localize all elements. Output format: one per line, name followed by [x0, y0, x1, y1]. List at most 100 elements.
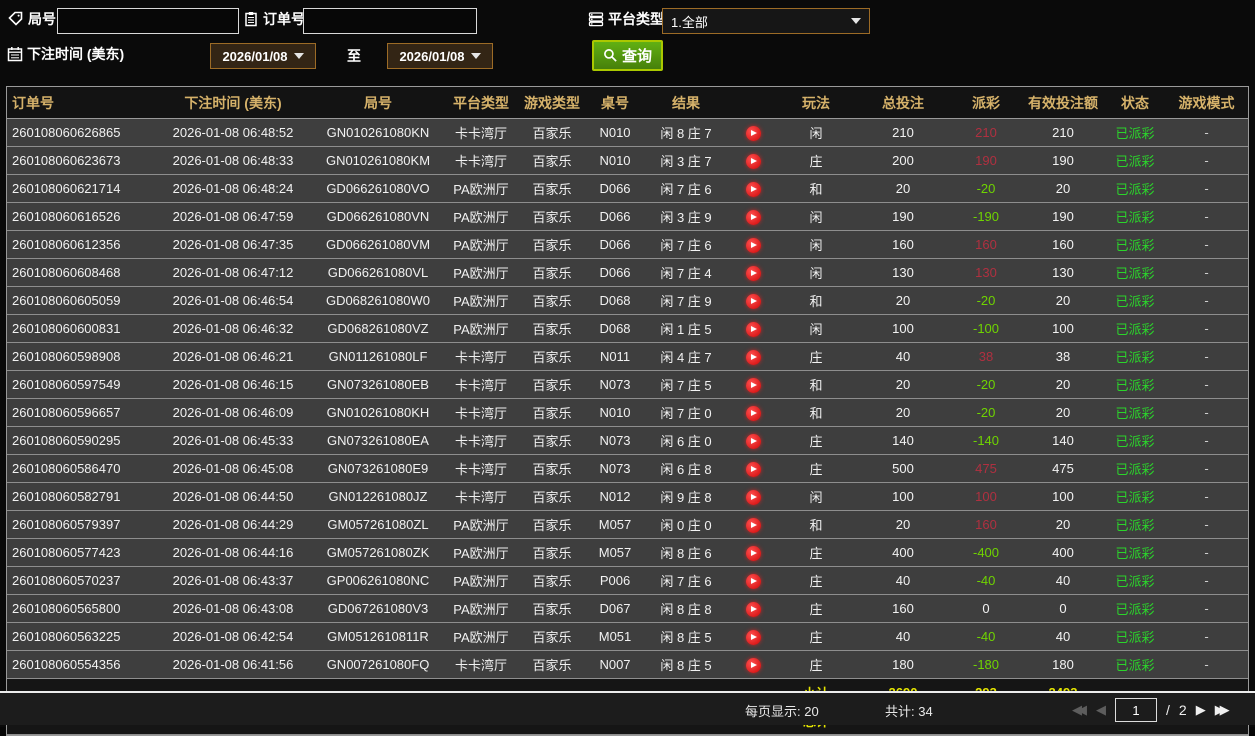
- cell-game-type: 百家乐: [517, 315, 587, 343]
- play-icon[interactable]: [746, 518, 761, 533]
- cell-total-bet: 400: [855, 539, 951, 567]
- cell-result: 闲 8 庄 6: [643, 539, 729, 567]
- cell-bet-time: 2026-01-08 06:44:29: [155, 511, 311, 539]
- cell-round-id: GP006261080NC: [311, 567, 445, 595]
- cell-play-type: 庄: [777, 147, 855, 175]
- cell-game-mode: -: [1165, 147, 1248, 175]
- play-icon[interactable]: [746, 602, 761, 617]
- cell-table-no: N010: [587, 399, 643, 427]
- cell-platform: 卡卡湾厅: [445, 147, 517, 175]
- cell-round-id: GN010261080KN: [311, 119, 445, 147]
- table-row: 260108060608468 2026-01-08 06:47:12 GD06…: [7, 259, 1248, 287]
- cell-play-type: 闲: [777, 203, 855, 231]
- cell-payout: -180: [951, 651, 1021, 679]
- cell-game-type: 百家乐: [517, 511, 587, 539]
- cell-payout: -20: [951, 287, 1021, 315]
- play-icon[interactable]: [746, 406, 761, 421]
- cell-round-id: GD066261080VL: [311, 259, 445, 287]
- cell-platform: PA欧洲厅: [445, 287, 517, 315]
- cell-play-type: 庄: [777, 539, 855, 567]
- cell-table-no: M057: [587, 539, 643, 567]
- cell-round-id: GM0512610811R: [311, 623, 445, 651]
- cell-platform: 卡卡湾厅: [445, 343, 517, 371]
- cell-table-no: N073: [587, 427, 643, 455]
- col-header-round-id: 局号: [311, 87, 445, 119]
- order-input[interactable]: [303, 8, 477, 34]
- cell-status: 已派彩: [1105, 623, 1165, 651]
- col-header-replay: [729, 87, 777, 119]
- cell-valid-bet: 40: [1021, 567, 1105, 595]
- page-separator: /: [1166, 702, 1170, 718]
- play-icon[interactable]: [746, 154, 761, 169]
- cell-bet-time: 2026-01-08 06:48:52: [155, 119, 311, 147]
- play-icon[interactable]: [746, 658, 761, 673]
- cell-platform: PA欧洲厅: [445, 567, 517, 595]
- cell-status: 已派彩: [1105, 511, 1165, 539]
- cell-result: 闲 3 庄 9: [643, 203, 729, 231]
- first-page-icon[interactable]: ◀◀: [1072, 699, 1087, 721]
- page-number-input[interactable]: [1115, 698, 1157, 722]
- cell-platform: 卡卡湾厅: [445, 483, 517, 511]
- play-icon[interactable]: [746, 238, 761, 253]
- play-icon[interactable]: [746, 322, 761, 337]
- col-header-game-mode: 游戏模式: [1165, 87, 1248, 119]
- cell-bet-time: 2026-01-08 06:48:24: [155, 175, 311, 203]
- cell-platform: PA欧洲厅: [445, 231, 517, 259]
- cell-play-type: 和: [777, 399, 855, 427]
- play-icon[interactable]: [746, 546, 761, 561]
- play-icon[interactable]: [746, 210, 761, 225]
- cell-replay: [729, 483, 777, 511]
- play-icon[interactable]: [746, 182, 761, 197]
- play-icon[interactable]: [746, 630, 761, 645]
- cell-round-id: GD066261080VN: [311, 203, 445, 231]
- cell-status: 已派彩: [1105, 259, 1165, 287]
- cell-payout: 0: [951, 595, 1021, 623]
- cell-total-bet: 20: [855, 287, 951, 315]
- cell-play-type: 和: [777, 511, 855, 539]
- play-icon[interactable]: [746, 350, 761, 365]
- play-icon[interactable]: [746, 378, 761, 393]
- cell-valid-bet: 40: [1021, 623, 1105, 651]
- cell-game-type: 百家乐: [517, 399, 587, 427]
- prev-page-icon[interactable]: ◀: [1096, 699, 1106, 721]
- play-icon[interactable]: [746, 490, 761, 505]
- play-icon[interactable]: [746, 294, 761, 309]
- cell-game-mode: -: [1165, 483, 1248, 511]
- round-input[interactable]: [57, 8, 239, 34]
- platform-select[interactable]: 1.全部: [662, 8, 870, 34]
- cell-replay: [729, 399, 777, 427]
- cell-platform: PA欧洲厅: [445, 315, 517, 343]
- cell-replay: [729, 455, 777, 483]
- date-to-value: 2026/01/08: [399, 49, 464, 64]
- date-from-picker[interactable]: 2026/01/08: [210, 43, 316, 69]
- cell-order-id: 260108060596657: [7, 399, 155, 427]
- cell-bet-time: 2026-01-08 06:43:37: [155, 567, 311, 595]
- cell-order-id: 260108060565800: [7, 595, 155, 623]
- col-header-valid-bet: 有效投注额: [1021, 87, 1105, 119]
- cell-replay: [729, 287, 777, 315]
- table-row: 260108060596657 2026-01-08 06:46:09 GN01…: [7, 399, 1248, 427]
- next-page-icon[interactable]: ▶: [1196, 699, 1206, 721]
- cell-game-type: 百家乐: [517, 259, 587, 287]
- cell-valid-bet: 20: [1021, 175, 1105, 203]
- cell-valid-bet: 100: [1021, 483, 1105, 511]
- play-icon[interactable]: [746, 462, 761, 477]
- cell-game-type: 百家乐: [517, 455, 587, 483]
- cell-payout: -190: [951, 203, 1021, 231]
- last-page-icon[interactable]: ▶▶: [1215, 699, 1230, 721]
- play-icon[interactable]: [746, 574, 761, 589]
- cell-order-id: 260108060570237: [7, 567, 155, 595]
- search-button[interactable]: 查询: [592, 40, 663, 71]
- bet-time-filter-label: 下注时间 (美东): [27, 44, 124, 64]
- cell-valid-bet: 38: [1021, 343, 1105, 371]
- play-icon[interactable]: [746, 126, 761, 141]
- cell-game-mode: -: [1165, 623, 1248, 651]
- play-icon[interactable]: [746, 266, 761, 281]
- cell-game-type: 百家乐: [517, 567, 587, 595]
- cell-table-no: D066: [587, 203, 643, 231]
- date-to-picker[interactable]: 2026/01/08: [387, 43, 493, 69]
- cell-round-id: GD068261080VZ: [311, 315, 445, 343]
- play-icon[interactable]: [746, 434, 761, 449]
- cell-payout: 100: [951, 483, 1021, 511]
- cell-result: 闲 8 庄 8: [643, 595, 729, 623]
